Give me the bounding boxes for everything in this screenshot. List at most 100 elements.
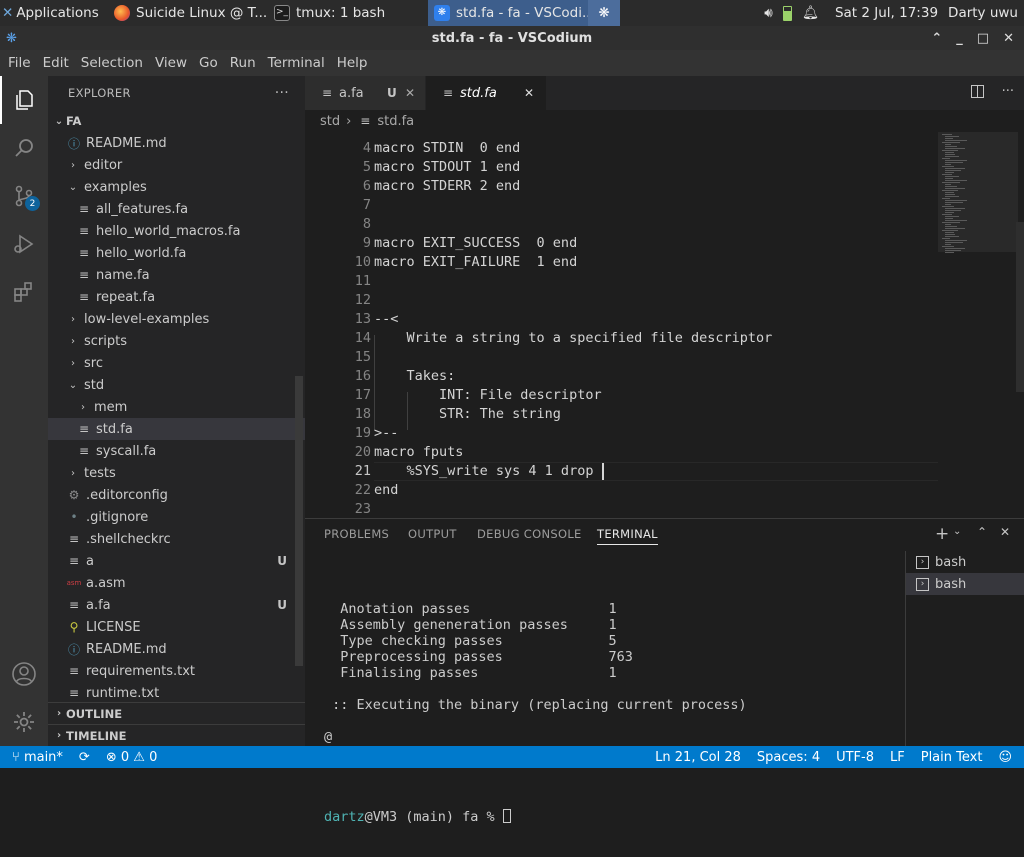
file-row[interactable]: • .gitignore <box>48 506 305 528</box>
notifications-bell-icon[interactable]: 🔔︎ <box>802 5 819 21</box>
minimap[interactable] <box>938 132 1024 518</box>
folder-row[interactable]: ⌄ std <box>48 374 305 396</box>
timeline-section[interactable]: › TIMELINE <box>48 724 305 746</box>
file-row[interactable]: ≡ a.fa U <box>48 594 305 616</box>
taskbar-window-browser[interactable]: Suicide Linux @ T... <box>108 0 268 26</box>
tab-output[interactable]: OUTPUT <box>408 527 457 541</box>
file-row[interactable]: ≡ a U <box>48 550 305 572</box>
minimap-line <box>945 168 965 169</box>
close-panel-icon[interactable]: ✕ <box>1000 525 1010 539</box>
folder-row[interactable]: › mem <box>48 396 305 418</box>
workspace-root[interactable]: ⌄ FA <box>48 110 305 132</box>
clock[interactable]: Sat 2 Jul, 17:39 <box>835 5 938 21</box>
maximize-icon[interactable]: □ <box>977 31 989 46</box>
menu-go[interactable]: Go <box>193 55 224 71</box>
extensions-activity[interactable] <box>0 268 48 316</box>
folder-row[interactable]: › src <box>48 352 305 374</box>
text-cursor <box>602 463 604 480</box>
more-actions-icon[interactable]: ··· <box>1002 84 1014 99</box>
branch-indicator[interactable]: ⑂ main* <box>0 750 71 765</box>
line-number: 14 <box>354 330 371 346</box>
accounts-activity[interactable] <box>0 650 48 698</box>
indentation[interactable]: Spaces: 4 <box>749 750 828 765</box>
code-editor[interactable]: 4 macro STDIN 0 end 5 macro STDOUT 1 end 6 ma… <box>305 132 945 518</box>
minimap-line <box>942 238 950 239</box>
file-row[interactable]: ≡ requirements.txt <box>48 660 305 682</box>
source-control-activity[interactable]: 2 <box>0 172 48 220</box>
battery-icon[interactable] <box>782 5 792 21</box>
search-activity[interactable] <box>0 124 48 172</box>
sync-icon[interactable]: ⟳ <box>71 750 98 765</box>
folder-row[interactable]: ⌄ examples <box>48 176 305 198</box>
explorer-activity[interactable] <box>0 76 48 124</box>
encoding[interactable]: UTF-8 <box>828 750 882 765</box>
breadcrumb-file[interactable]: std.fa <box>377 114 414 129</box>
file-row[interactable]: asm a.asm <box>48 572 305 594</box>
user-menu[interactable]: Darty uwu <box>948 5 1018 21</box>
file-row[interactable]: ≡ std.fa <box>48 418 305 440</box>
new-terminal-icon[interactable]: + <box>935 524 949 544</box>
menu-file[interactable]: File <box>2 55 37 71</box>
file-row[interactable]: ≡ repeat.fa <box>48 286 305 308</box>
folder-row[interactable]: › scripts <box>48 330 305 352</box>
terminal-output[interactable]: Anotation passes 1 Assembly geneneration… <box>324 569 904 857</box>
file-row[interactable]: ⚲ LICENSE <box>48 616 305 638</box>
file-row[interactable]: ≡ syscall.fa <box>48 440 305 462</box>
tab-terminal[interactable]: TERMINAL <box>597 527 658 545</box>
folder-row[interactable]: › low-level-examples <box>48 308 305 330</box>
end-of-line[interactable]: LF <box>882 750 913 765</box>
menu-terminal[interactable]: Terminal <box>262 55 331 71</box>
outline-section[interactable]: › OUTLINE <box>48 702 305 724</box>
feedback-icon[interactable]: ☺ <box>990 750 1024 765</box>
file-row[interactable]: ≡ hello_world.fa <box>48 242 305 264</box>
collapse-icon[interactable]: ⌃ <box>931 31 942 46</box>
problems-indicator[interactable]: ⊗ 0 ⚠ 0 <box>98 750 166 765</box>
minimap-line <box>945 212 954 213</box>
minimize-icon[interactable]: _ <box>956 31 963 46</box>
menu-run[interactable]: Run <box>224 55 262 71</box>
applications-menu[interactable]: ✕ Applications <box>0 0 108 26</box>
file-row[interactable]: ⓘ README.md <box>48 132 305 154</box>
close-icon[interactable]: ✕ <box>405 86 415 100</box>
tab-std-fa[interactable]: ≡ std.fa ✕ <box>426 76 546 110</box>
taskbar-launcher[interactable]: ❋ <box>588 0 620 26</box>
maximize-panel-icon[interactable]: ⌃ <box>977 525 987 539</box>
tab-debug-console[interactable]: DEBUG CONSOLE <box>477 527 582 541</box>
close-icon[interactable]: ✕ <box>1003 31 1014 46</box>
folder-row[interactable]: › editor <box>48 154 305 176</box>
menu-selection[interactable]: Selection <box>75 55 149 71</box>
file-row[interactable]: ≡ hello_world_macros.fa <box>48 220 305 242</box>
menu-edit[interactable]: Edit <box>37 55 75 71</box>
volume-icon[interactable]: 🔊︎ <box>764 5 773 21</box>
manage-activity[interactable] <box>0 698 48 746</box>
taskbar-window-terminal[interactable]: >_ tmux: 1 bash <box>268 0 428 26</box>
menu-view[interactable]: View <box>149 55 193 71</box>
terminal-item[interactable]: › bash <box>906 551 1024 573</box>
file-row[interactable]: ⚙ .editorconfig <box>48 484 305 506</box>
file-row[interactable]: ≡ runtime.txt <box>48 682 305 704</box>
files-icon <box>16 90 33 110</box>
terminal-item[interactable]: › bash <box>906 573 1024 595</box>
folder-row[interactable]: › tests <box>48 462 305 484</box>
tab-problems[interactable]: PROBLEMS <box>324 527 389 541</box>
minimap-line <box>945 156 959 157</box>
menu-help[interactable]: Help <box>331 55 374 71</box>
file-row[interactable]: ⓘ README.md <box>48 638 305 660</box>
sidebar-scrollbar[interactable] <box>295 376 303 666</box>
more-actions-icon[interactable]: ··· <box>275 85 289 101</box>
license-icon: ⚲ <box>69 620 79 634</box>
close-icon[interactable]: ✕ <box>524 86 534 100</box>
chevron-down-icon[interactable]: ⌄ <box>953 526 961 537</box>
file-row[interactable]: ≡ .shellcheckrc <box>48 528 305 550</box>
file-row[interactable]: ≡ name.fa <box>48 264 305 286</box>
file-row[interactable]: ≡ all_features.fa <box>48 198 305 220</box>
language-mode[interactable]: Plain Text <box>913 750 991 765</box>
minimap-scrollbar[interactable] <box>1016 222 1024 392</box>
outline-label: OUTLINE <box>66 706 123 721</box>
cursor-position[interactable]: Ln 21, Col 28 <box>647 750 749 765</box>
taskbar-window-vscodium[interactable]: ❋ std.fa - fa - VSCodi... <box>428 0 588 26</box>
breadcrumb-folder[interactable]: std <box>320 114 340 129</box>
split-editor-icon[interactable] <box>971 85 984 98</box>
tab-a-fa[interactable]: ≡ a.fa U ✕ <box>305 76 425 110</box>
run-debug-activity[interactable] <box>0 220 48 268</box>
